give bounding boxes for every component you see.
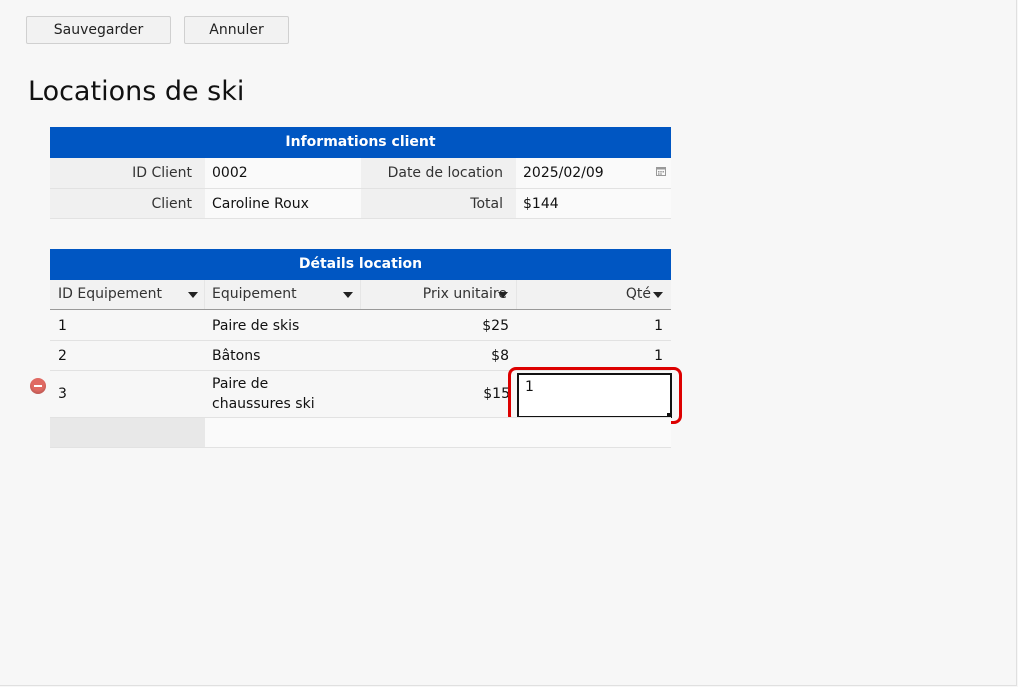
table-cell-price[interactable]: $25 [361,311,517,341]
dropdown-triangle-icon[interactable] [188,292,198,298]
table-cell-equipment[interactable]: Paire de chaussures ski [205,374,361,414]
table-cell-equipment[interactable]: Bâtons [205,341,361,371]
column-header-unit-price[interactable]: Prix unitaire [361,280,517,309]
client-id-label: ID Client [50,158,205,188]
dropdown-triangle-icon[interactable] [653,292,663,298]
cancel-button[interactable]: Annuler [184,16,289,44]
dropdown-triangle-icon[interactable] [343,292,353,298]
column-header-label: Qté [625,286,651,302]
save-button[interactable]: Sauvegarder [26,16,171,44]
column-header-equipment-id[interactable]: ID Equipement [50,280,205,309]
client-name-field[interactable]: Caroline Roux [205,189,361,219]
quantity-cell-editor[interactable]: 1 [517,373,672,418]
rental-date-label: Date de location [361,158,516,188]
delete-row-icon[interactable] [30,378,46,394]
divider [50,447,671,448]
rental-details-header: Détails location [50,249,671,280]
column-header-label: Prix unitaire [422,286,507,302]
table-cell-id[interactable]: 3 [50,371,205,417]
column-header-label: ID Equipement [58,286,162,302]
column-header-quantity[interactable]: Qté [517,280,671,309]
column-header-equipment[interactable]: Equipement [205,280,361,309]
table-cell-id[interactable]: 1 [50,311,205,341]
table-cell-qty[interactable]: 1 [517,311,671,341]
table-cell-price[interactable]: $8 [361,341,517,371]
table-cell-id[interactable]: 2 [50,341,205,371]
page-title: Locations de ski [28,76,245,107]
calendar-icon[interactable] [656,166,666,176]
client-info-header: Informations client [50,127,671,158]
dropdown-triangle-icon[interactable] [498,292,508,298]
column-header-label: Equipement [212,286,297,302]
divider [50,309,671,310]
new-row-marker[interactable] [50,418,205,447]
new-row[interactable] [205,418,671,447]
client-id-field[interactable]: 0002 [205,158,361,188]
total-label: Total [361,189,516,219]
total-field: $144 [516,189,671,219]
client-label: Client [50,189,205,219]
rental-date-field[interactable]: 2025/02/09 [516,158,671,188]
table-cell-equipment[interactable]: Paire de skis [205,311,361,341]
table-cell-qty[interactable]: 1 [517,341,671,371]
table-cell-price[interactable]: $15 [361,371,510,417]
divider [50,218,671,219]
